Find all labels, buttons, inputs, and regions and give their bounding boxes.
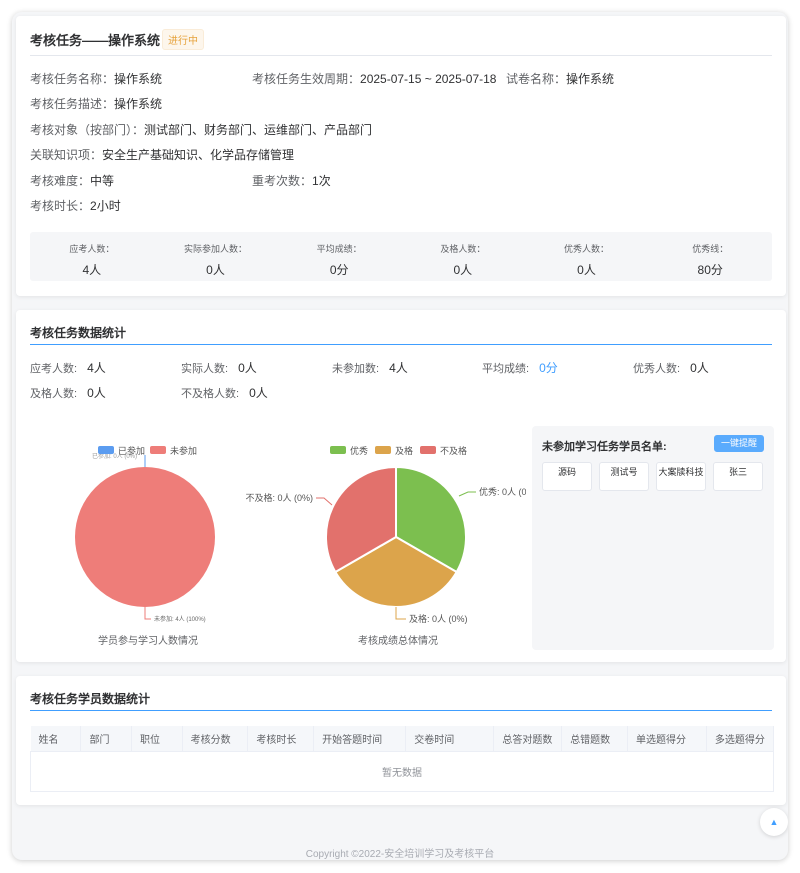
legend-item: 优秀 xyxy=(350,445,368,456)
column-header[interactable]: 部门 xyxy=(80,726,133,752)
absent-person: 大案牍科技 xyxy=(656,462,706,491)
absent-person: 源码 xyxy=(542,462,592,491)
task-info-card: 考核任务——操作系统 进行中 考核任务名称：操作系统 考核任务生效周期：2025… xyxy=(16,16,786,296)
summary-bar: 应考人数： 4人 实际参加人数： 0人 平均成绩： 0分 及格人数： 0人 优秀人数： 0… xyxy=(30,232,772,281)
column-header[interactable]: 姓名 xyxy=(30,726,82,752)
chart-title: 学员参与学习人数情况 xyxy=(98,636,198,647)
stat-item: 应考人数: 4人 xyxy=(30,361,106,375)
knowledge: 关联知识项：安全生产基础知识、化学品存储管理 xyxy=(30,148,295,162)
legend-item: 不及格 xyxy=(440,445,467,456)
column-header[interactable]: 总答对题数 xyxy=(493,726,563,752)
remind-all-button[interactable]: 一键提醒 xyxy=(714,435,764,452)
difficulty: 考核难度：中等 xyxy=(30,174,115,188)
slice-label: 及格: 0人 (0%) xyxy=(409,613,468,624)
summary-item: 优秀线： 80分 xyxy=(692,244,729,277)
section-title: 考核任务学员数据统计 xyxy=(30,692,151,706)
label-line xyxy=(458,491,476,497)
absent-list-panel: 未参加学习任务学员名单: 一键提醒 源码 测试号 大案牍科技 张三 xyxy=(532,426,774,650)
table-header: 姓名 部门 职位 考核分数 考核时长 开始答题时间 交卷时间 总答对题数 总错题数 单选题得分 多选… xyxy=(30,726,775,752)
column-header[interactable]: 交卷时间 xyxy=(405,726,495,752)
stat-item: 优秀人数: 0人 xyxy=(633,361,709,375)
legend-swatch xyxy=(98,446,114,454)
slice-label: 未参加: 4人 (100%) xyxy=(154,615,206,623)
column-header[interactable]: 总错题数 xyxy=(561,726,628,752)
stat-item: 平均成绩: 0分 xyxy=(482,361,558,375)
stat-item: 未参加数: 4人 xyxy=(332,361,408,375)
legend-item: 及格 xyxy=(395,445,413,456)
column-header[interactable]: 考核时长 xyxy=(247,726,315,752)
summary-item: 应考人数： 4人 xyxy=(69,244,115,277)
summary-item: 优秀人数： 0人 xyxy=(564,244,610,277)
copyright: Copyright ©2022-安全培训学习及考核平台 xyxy=(305,849,495,860)
column-header[interactable]: 开始答题时间 xyxy=(313,726,407,752)
column-header[interactable]: 多选题得分 xyxy=(706,726,775,752)
legend-item: 未参加 xyxy=(170,445,197,456)
retake-count: 重考次数：1次 xyxy=(252,174,331,188)
divider xyxy=(30,710,772,711)
absent-person: 张三 xyxy=(713,462,763,491)
student-stats-card: 考核任务学员数据统计 姓名 部门 职位 考核分数 考核时长 开始答题时间 交卷时间 总答对题数… xyxy=(16,676,786,805)
legend-swatch xyxy=(150,446,166,454)
summary-item: 及格人数： 0人 xyxy=(440,244,486,277)
pie-charts: 已参加: 0人 (0%)未参加: 4人 (100%)已参加 未参加优秀: 0人 (… xyxy=(75,445,526,624)
student-table: 姓名 部门 职位 考核分数 考核时长 开始答题时间 交卷时间 总答对题数 总错题数 单选题得分 多选… xyxy=(30,726,775,792)
stat-item: 及格人数: 0人 xyxy=(30,386,106,400)
task-name: 考核任务名称：操作系统 xyxy=(30,72,163,86)
legend-swatch xyxy=(330,446,346,454)
stat-item: 不及格人数: 0人 xyxy=(181,386,268,400)
legend-item: 已参加 xyxy=(118,445,145,456)
label-line xyxy=(316,497,333,506)
arrow-up-icon: ▲ xyxy=(769,817,779,827)
label-line xyxy=(144,607,151,620)
legend-swatch xyxy=(375,446,391,454)
summary-item: 实际参加人数： 0人 xyxy=(184,244,248,277)
summary-item: 平均成绩： 0分 xyxy=(316,244,362,277)
task-target: 考核对象（按部门）：测试部门、财务部门、运维部门、产品部门 xyxy=(30,123,373,137)
divider xyxy=(30,55,772,56)
column-header[interactable]: 单选题得分 xyxy=(627,726,707,752)
divider xyxy=(30,344,772,345)
legend-swatch xyxy=(420,446,436,454)
empty-text: 暂无数据 xyxy=(30,750,774,792)
back-to-top-button[interactable]: ▲ xyxy=(760,808,788,836)
absent-list-title: 未参加学习任务学员名单: xyxy=(542,441,667,453)
label-line xyxy=(395,607,406,620)
column-header[interactable]: 职位 xyxy=(131,726,183,752)
task-desc: 考核任务描述：操作系统 xyxy=(30,97,163,111)
section-title: 考核任务数据统计 xyxy=(30,326,127,340)
column-header[interactable]: 考核分数 xyxy=(182,726,249,752)
stats-card: 考核任务数据统计 应考人数: 4人 实际人数: 0人 未参加数: 4人 平均成绩: 0分… xyxy=(16,310,786,662)
slice-label: 优秀: 0人 (0%) xyxy=(479,486,526,497)
slice-label: 不及格: 0人 (0%) xyxy=(245,492,313,503)
absent-person: 测试号 xyxy=(599,462,649,491)
stat-item: 实际人数: 0人 xyxy=(181,361,257,375)
page-frame: 考核任务——操作系统 进行中 考核任务名称：操作系统 考核任务生效周期：2025… xyxy=(12,12,788,860)
paper-name: 试卷名称：操作系统 xyxy=(506,72,615,86)
task-period: 考核任务生效周期：2025-07-15 ~ 2025-07-18 xyxy=(252,72,497,86)
page-title: 考核任务——操作系统 xyxy=(30,33,161,48)
status-badge: 进行中 xyxy=(162,29,204,50)
duration: 考核时长：2小时 xyxy=(30,199,121,213)
pie-slice-未参加[interactable] xyxy=(75,467,215,607)
chart-title: 考核成绩总体情况 xyxy=(358,636,438,647)
